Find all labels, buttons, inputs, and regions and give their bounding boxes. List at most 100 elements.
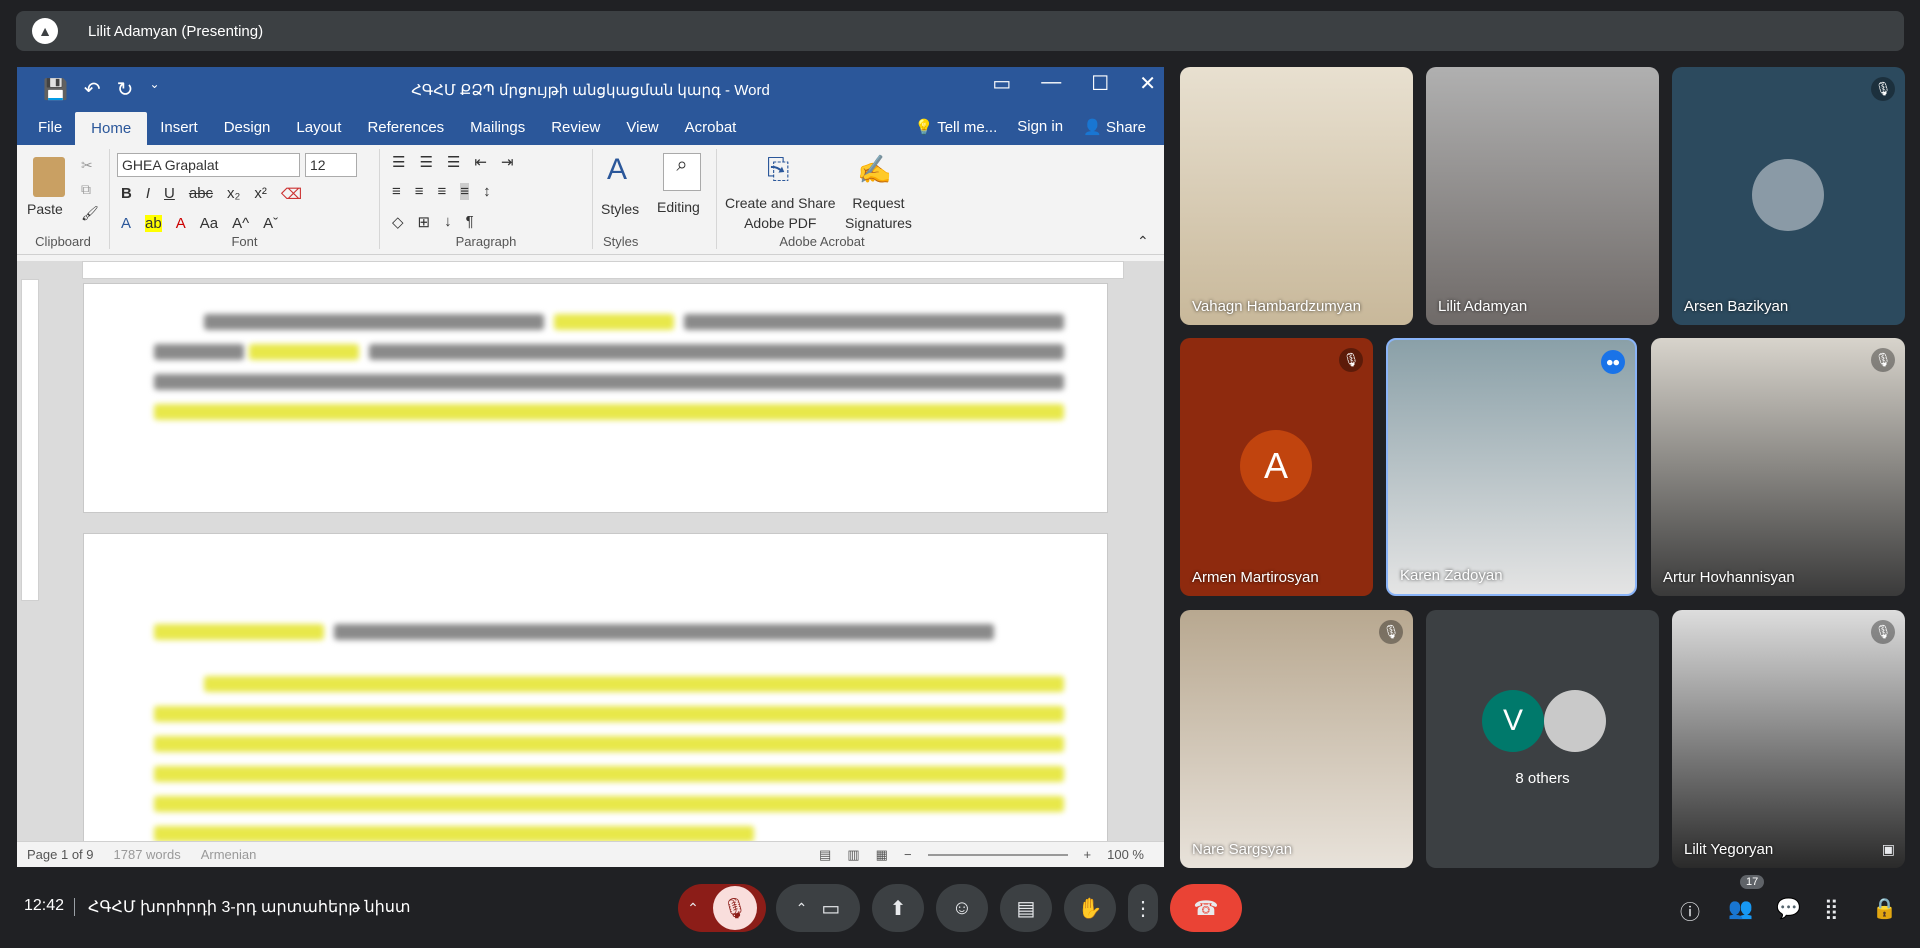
more-options-button[interactable]: ⋮ — [1128, 884, 1158, 932]
align-left-icon[interactable]: ≡ — [392, 183, 401, 200]
maximize-icon[interactable]: ☐ — [1091, 71, 1109, 96]
paste-button[interactable]: Paste — [27, 201, 63, 217]
tab-file[interactable]: File — [25, 119, 75, 145]
show-marks-icon[interactable]: ¶ — [466, 213, 474, 231]
line-spacing-icon[interactable]: ↕ — [483, 183, 491, 200]
tab-layout[interactable]: Layout — [283, 119, 354, 145]
zoom-in-icon[interactable]: + — [1084, 847, 1092, 862]
page-count[interactable]: Page 1 of 9 — [27, 847, 94, 862]
text-effects-icon[interactable]: A — [121, 215, 131, 232]
participant-tile-active-speaker[interactable]: ⦁⦁ Karen Zadoyan — [1386, 338, 1637, 596]
change-case-icon[interactable]: Aa — [200, 215, 218, 232]
read-mode-icon[interactable]: ▤ — [819, 847, 831, 863]
font-size-select[interactable]: 12 — [305, 153, 357, 177]
raise-hand-button[interactable]: ✋ — [1064, 884, 1116, 932]
font-name-select[interactable]: GHEA Grapalat — [117, 153, 300, 177]
zoom-level[interactable]: 100 % — [1107, 847, 1144, 862]
zoom-out-icon[interactable]: − — [904, 847, 912, 862]
leave-call-button[interactable]: ☎ — [1170, 884, 1242, 932]
clear-format-icon[interactable]: ⌫ — [281, 185, 302, 203]
mic-control[interactable]: ⌃ 🎙 — [678, 884, 766, 932]
host-controls-icon[interactable]: 🔒 — [1872, 896, 1897, 921]
multilevel-icon[interactable]: ☰ — [447, 153, 460, 171]
sort-icon[interactable]: ↓ — [444, 213, 452, 231]
sign-in-link[interactable]: Sign in — [1017, 118, 1063, 136]
increase-indent-icon[interactable]: ⇥ — [501, 153, 514, 171]
cut-icon[interactable]: ✂ — [81, 157, 93, 174]
strikethrough-icon[interactable]: abc — [189, 185, 213, 203]
subscript-icon[interactable]: x₂ — [227, 185, 240, 203]
participant-tile[interactable]: Vahagn Hambardzumyan — [1180, 67, 1413, 325]
tab-mailings[interactable]: Mailings — [457, 119, 538, 145]
editing-icon[interactable]: ⌕ — [663, 153, 701, 191]
web-layout-icon[interactable]: ▦ — [876, 847, 888, 863]
share-button[interactable]: 👤 Share — [1083, 118, 1146, 136]
zoom-slider[interactable] — [927, 853, 1068, 856]
meeting-info-icon[interactable]: ⓘ — [1680, 896, 1700, 925]
tab-acrobat[interactable]: Acrobat — [672, 119, 750, 145]
tab-home[interactable]: Home — [75, 112, 148, 145]
document-area[interactable] — [17, 261, 1164, 853]
bold-icon[interactable]: B — [121, 185, 132, 203]
participant-tile[interactable]: 🎙 Nare Sargsyan — [1180, 610, 1413, 868]
align-center-icon[interactable]: ≡ — [415, 183, 424, 200]
underline-icon[interactable]: U — [164, 185, 175, 203]
align-right-icon[interactable]: ≡ — [438, 183, 447, 200]
participant-tile[interactable]: 🎙 Arsen Bazikyan — [1672, 67, 1905, 325]
borders-icon[interactable]: ⊞ — [418, 213, 431, 231]
font-color-icon[interactable]: A — [176, 215, 186, 232]
signature-icon[interactable]: ✍ — [857, 153, 892, 186]
styles-icon[interactable]: A — [607, 153, 627, 187]
bullets-icon[interactable]: ☰ — [392, 153, 405, 171]
request-signatures-button[interactable]: Request Signatures — [845, 193, 912, 233]
paste-icon[interactable] — [33, 157, 65, 197]
close-icon[interactable]: ✕ — [1139, 71, 1156, 96]
tab-references[interactable]: References — [354, 119, 457, 145]
create-pdf-icon[interactable]: ⎘ — [767, 153, 789, 186]
tab-view[interactable]: View — [613, 119, 671, 145]
format-painter-icon[interactable]: 🖌 — [81, 205, 99, 222]
activities-icon[interactable]: ⣿ — [1824, 896, 1839, 921]
tell-me-search[interactable]: 💡 Tell me... — [915, 118, 998, 136]
camera-icon[interactable]: ▭ — [821, 896, 840, 921]
camera-control[interactable]: ⌃ ▭ — [776, 884, 860, 932]
participant-tile[interactable]: 🎙 Artur Hovhannisyan — [1651, 338, 1905, 596]
print-layout-icon[interactable]: ▥ — [847, 847, 859, 863]
grow-font-icon[interactable]: A^ — [232, 215, 249, 232]
present-button[interactable]: ⬆ — [872, 884, 924, 932]
collapse-ribbon-icon[interactable]: ⌃ — [1137, 233, 1149, 250]
decrease-indent-icon[interactable]: ⇤ — [474, 153, 487, 171]
word-count[interactable]: 1787 words — [114, 847, 181, 862]
highlight-icon[interactable]: ab — [145, 215, 162, 232]
language-indicator[interactable]: Armenian — [201, 847, 257, 862]
vertical-ruler[interactable] — [21, 279, 39, 601]
tab-insert[interactable]: Insert — [147, 119, 211, 145]
chevron-up-icon[interactable]: ⌃ — [796, 900, 808, 917]
others-tile[interactable]: V 8 others — [1426, 610, 1659, 868]
captions-button[interactable]: ▤ — [1000, 884, 1052, 932]
italic-icon[interactable]: I — [146, 185, 150, 203]
numbering-icon[interactable]: ☰ — [419, 153, 432, 171]
shading-icon[interactable]: ◇ — [392, 213, 404, 231]
participant-tile[interactable]: 🎙 Lilit Yegoryan ▣ — [1672, 610, 1905, 868]
mic-off-icon[interactable]: 🎙 — [712, 886, 757, 930]
participant-tile[interactable]: 🎙 A Armen Martirosyan — [1180, 338, 1373, 596]
editing-button[interactable]: Editing — [657, 199, 700, 215]
justify-icon[interactable]: ≡ — [460, 183, 470, 200]
ribbon-display-icon[interactable]: ▭ — [992, 71, 1011, 96]
minimize-icon[interactable]: — — [1041, 71, 1061, 96]
tab-design[interactable]: Design — [211, 119, 284, 145]
tab-review[interactable]: Review — [538, 119, 613, 145]
create-share-line2: Adobe PDF — [744, 215, 817, 231]
styles-button[interactable]: Styles — [601, 201, 639, 217]
horizontal-ruler[interactable] — [82, 261, 1124, 279]
reactions-button[interactable]: ☺ — [936, 884, 988, 932]
participant-tile[interactable]: Lilit Adamyan — [1426, 67, 1659, 325]
people-icon[interactable]: 👥 — [1728, 896, 1753, 921]
chat-icon[interactable]: 💬 — [1776, 896, 1801, 921]
copy-icon[interactable]: ⧉ — [81, 181, 91, 198]
chevron-up-icon[interactable]: ⌃ — [687, 900, 699, 917]
shrink-font-icon[interactable]: Aˇ — [263, 215, 278, 232]
create-share-pdf-button[interactable]: Create and Share Adobe PDF — [725, 193, 836, 233]
superscript-icon[interactable]: x² — [254, 185, 267, 203]
